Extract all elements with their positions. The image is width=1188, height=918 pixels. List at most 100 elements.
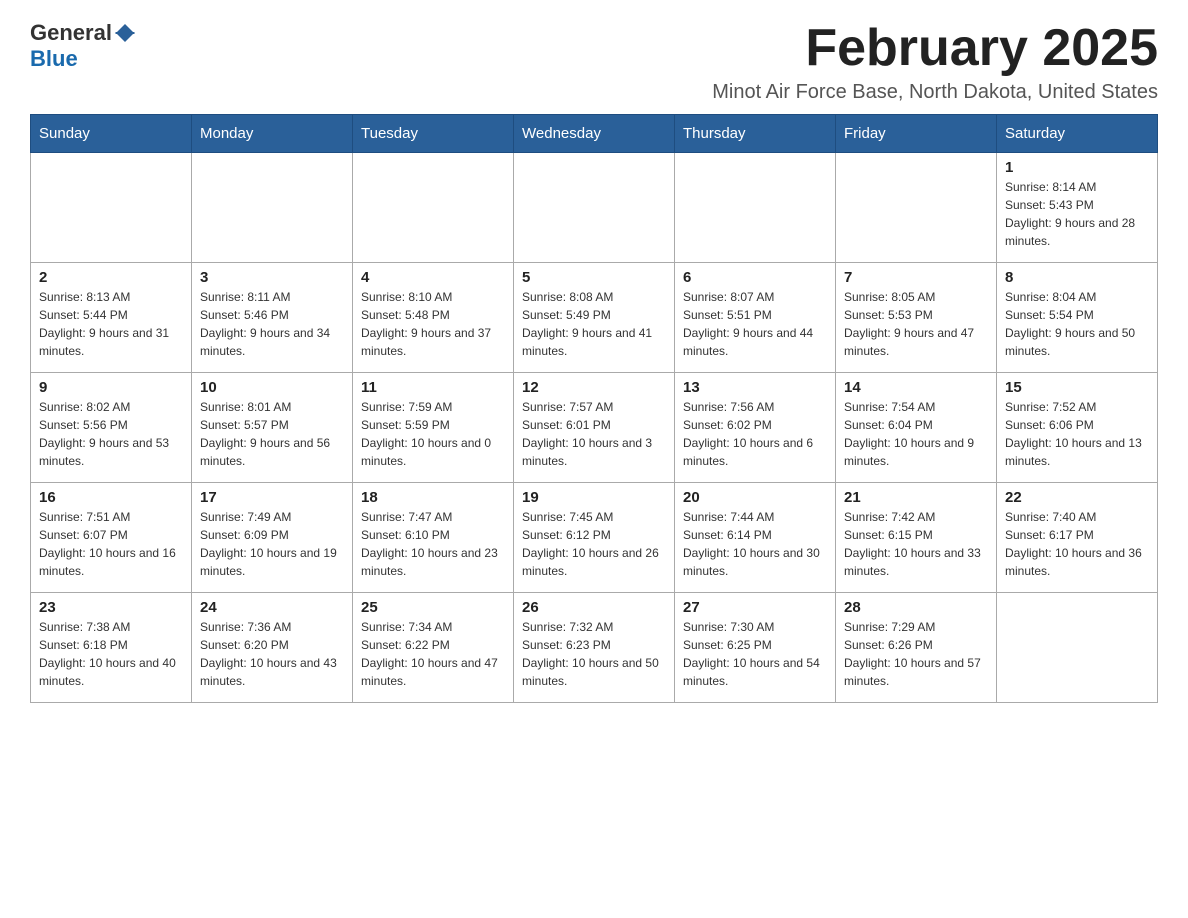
day-info: Sunrise: 7:51 AMSunset: 6:07 PMDaylight:… (39, 508, 183, 580)
day-info: Sunrise: 7:38 AMSunset: 6:18 PMDaylight:… (39, 618, 183, 690)
calendar-week-row: 2 Sunrise: 8:13 AMSunset: 5:44 PMDaylight… (31, 263, 1158, 373)
calendar-table: SundayMondayTuesdayWednesdayThursdayFrid… (30, 114, 1158, 703)
calendar-day-cell (997, 593, 1158, 703)
day-info: Sunrise: 7:59 AMSunset: 5:59 PMDaylight:… (361, 398, 505, 470)
calendar-day-cell: 21 Sunrise: 7:42 AMSunset: 6:15 PMDayligh… (836, 483, 997, 593)
day-number: 26 (522, 599, 666, 616)
day-number: 24 (200, 599, 344, 616)
calendar-day-cell: 25Sunrise: 7:34 AMSunset: 6:22 PMDayligh… (353, 593, 514, 703)
calendar-day-cell: 11Sunrise: 7:59 AMSunset: 5:59 PMDayligh… (353, 373, 514, 483)
calendar-day-cell (836, 153, 997, 263)
logo: General Blue (30, 20, 135, 72)
calendar-day-cell: 28 Sunrise: 7:29 AMSunset: 6:26 PMDayligh… (836, 593, 997, 703)
day-number: 27 (683, 599, 827, 616)
calendar-week-row: 16 Sunrise: 7:51 AMSunset: 6:07 PMDayligh… (31, 483, 1158, 593)
calendar-header-saturday: Saturday (997, 115, 1158, 153)
calendar-day-cell (31, 153, 192, 263)
day-info: Sunrise: 7:54 AMSunset: 6:04 PMDaylight:… (844, 398, 988, 470)
calendar-day-cell: 17Sunrise: 7:49 AMSunset: 6:09 PMDayligh… (192, 483, 353, 593)
calendar-day-cell: 9Sunrise: 8:02 AMSunset: 5:56 PMDaylight… (31, 373, 192, 483)
calendar-day-cell: 18Sunrise: 7:47 AMSunset: 6:10 PMDayligh… (353, 483, 514, 593)
calendar-day-cell: 1 Sunrise: 8:14 AMSunset: 5:43 PMDaylight… (997, 153, 1158, 263)
calendar-day-cell: 7 Sunrise: 8:05 AMSunset: 5:53 PMDaylight… (836, 263, 997, 373)
calendar-day-cell (353, 153, 514, 263)
day-number: 2 (39, 269, 183, 286)
day-info: Sunrise: 8:05 AMSunset: 5:53 PMDaylight:… (844, 288, 988, 360)
day-info: Sunrise: 8:10 AMSunset: 5:48 PMDaylight:… (361, 288, 505, 360)
day-number: 22 (1005, 489, 1149, 506)
day-info: Sunrise: 7:32 AMSunset: 6:23 PMDaylight:… (522, 618, 666, 690)
calendar-header-wednesday: Wednesday (514, 115, 675, 153)
calendar-day-cell: 12 Sunrise: 7:57 AMSunset: 6:01 PMDayligh… (514, 373, 675, 483)
day-number: 16 (39, 489, 183, 506)
calendar-day-cell: 3Sunrise: 8:11 AMSunset: 5:46 PMDaylight… (192, 263, 353, 373)
calendar-day-cell: 27 Sunrise: 7:30 AMSunset: 6:25 PMDayligh… (675, 593, 836, 703)
day-number: 14 (844, 379, 988, 396)
logo-general-text: General (30, 20, 112, 46)
day-info: Sunrise: 8:01 AMSunset: 5:57 PMDaylight:… (200, 398, 344, 470)
day-number: 8 (1005, 269, 1149, 286)
day-number: 21 (844, 489, 988, 506)
day-number: 5 (522, 269, 666, 286)
day-info: Sunrise: 8:11 AMSunset: 5:46 PMDaylight:… (200, 288, 344, 360)
calendar-week-row: 9Sunrise: 8:02 AMSunset: 5:56 PMDaylight… (31, 373, 1158, 483)
day-info: Sunrise: 7:30 AMSunset: 6:25 PMDaylight:… (683, 618, 827, 690)
day-info: Sunrise: 7:49 AMSunset: 6:09 PMDaylight:… (200, 508, 344, 580)
day-number: 20 (683, 489, 827, 506)
day-info: Sunrise: 8:04 AMSunset: 5:54 PMDaylight:… (1005, 288, 1149, 360)
day-number: 1 (1005, 159, 1149, 176)
calendar-week-row: 23 Sunrise: 7:38 AMSunset: 6:18 PMDayligh… (31, 593, 1158, 703)
day-info: Sunrise: 7:40 AMSunset: 6:17 PMDaylight:… (1005, 508, 1149, 580)
calendar-day-cell: 15 Sunrise: 7:52 AMSunset: 6:06 PMDayligh… (997, 373, 1158, 483)
calendar-day-cell: 4 Sunrise: 8:10 AMSunset: 5:48 PMDaylight… (353, 263, 514, 373)
calendar-header-row: SundayMondayTuesdayWednesdayThursdayFrid… (31, 115, 1158, 153)
day-number: 6 (683, 269, 827, 286)
calendar-day-cell: 8 Sunrise: 8:04 AMSunset: 5:54 PMDaylight… (997, 263, 1158, 373)
day-number: 15 (1005, 379, 1149, 396)
calendar-day-cell: 10Sunrise: 8:01 AMSunset: 5:57 PMDayligh… (192, 373, 353, 483)
day-info: Sunrise: 7:36 AMSunset: 6:20 PMDaylight:… (200, 618, 344, 690)
calendar-day-cell (675, 153, 836, 263)
day-info: Sunrise: 7:56 AMSunset: 6:02 PMDaylight:… (683, 398, 827, 470)
calendar-day-cell (514, 153, 675, 263)
day-info: Sunrise: 7:42 AMSunset: 6:15 PMDaylight:… (844, 508, 988, 580)
logo-blue-text: Blue (30, 46, 78, 72)
day-number: 12 (522, 379, 666, 396)
day-number: 18 (361, 489, 505, 506)
calendar-day-cell: 26 Sunrise: 7:32 AMSunset: 6:23 PMDayligh… (514, 593, 675, 703)
calendar-day-cell: 2 Sunrise: 8:13 AMSunset: 5:44 PMDaylight… (31, 263, 192, 373)
day-info: Sunrise: 7:29 AMSunset: 6:26 PMDaylight:… (844, 618, 988, 690)
calendar-header-tuesday: Tuesday (353, 115, 514, 153)
calendar-day-cell: 19 Sunrise: 7:45 AMSunset: 6:12 PMDayligh… (514, 483, 675, 593)
day-number: 4 (361, 269, 505, 286)
calendar-day-cell: 14 Sunrise: 7:54 AMSunset: 6:04 PMDayligh… (836, 373, 997, 483)
day-number: 9 (39, 379, 183, 396)
day-number: 23 (39, 599, 183, 616)
day-info: Sunrise: 7:57 AMSunset: 6:01 PMDaylight:… (522, 398, 666, 470)
calendar-header-friday: Friday (836, 115, 997, 153)
calendar-header-thursday: Thursday (675, 115, 836, 153)
day-info: Sunrise: 7:52 AMSunset: 6:06 PMDaylight:… (1005, 398, 1149, 470)
calendar-day-cell: 13 Sunrise: 7:56 AMSunset: 6:02 PMDayligh… (675, 373, 836, 483)
day-info: Sunrise: 7:45 AMSunset: 6:12 PMDaylight:… (522, 508, 666, 580)
day-number: 19 (522, 489, 666, 506)
day-number: 13 (683, 379, 827, 396)
day-info: Sunrise: 8:14 AMSunset: 5:43 PMDaylight:… (1005, 178, 1149, 250)
calendar-week-row: 1 Sunrise: 8:14 AMSunset: 5:43 PMDaylight… (31, 153, 1158, 263)
calendar-day-cell: 24 Sunrise: 7:36 AMSunset: 6:20 PMDayligh… (192, 593, 353, 703)
calendar-header-sunday: Sunday (31, 115, 192, 153)
day-number: 28 (844, 599, 988, 616)
day-info: Sunrise: 8:13 AMSunset: 5:44 PMDaylight:… (39, 288, 183, 360)
calendar-day-cell: 5 Sunrise: 8:08 AMSunset: 5:49 PMDaylight… (514, 263, 675, 373)
calendar-day-cell: 22 Sunrise: 7:40 AMSunset: 6:17 PMDayligh… (997, 483, 1158, 593)
day-number: 25 (361, 599, 505, 616)
title-area: February 2025 Minot Air Force Base, Nort… (712, 20, 1158, 104)
day-info: Sunrise: 7:44 AMSunset: 6:14 PMDaylight:… (683, 508, 827, 580)
day-number: 7 (844, 269, 988, 286)
day-info: Sunrise: 8:07 AMSunset: 5:51 PMDaylight:… (683, 288, 827, 360)
calendar-day-cell: 20 Sunrise: 7:44 AMSunset: 6:14 PMDayligh… (675, 483, 836, 593)
calendar-day-cell: 6 Sunrise: 8:07 AMSunset: 5:51 PMDaylight… (675, 263, 836, 373)
calendar-day-cell: 16 Sunrise: 7:51 AMSunset: 6:07 PMDayligh… (31, 483, 192, 593)
page-header: General Blue February 2025 Minot Air For… (30, 20, 1158, 104)
day-info: Sunrise: 8:08 AMSunset: 5:49 PMDaylight:… (522, 288, 666, 360)
